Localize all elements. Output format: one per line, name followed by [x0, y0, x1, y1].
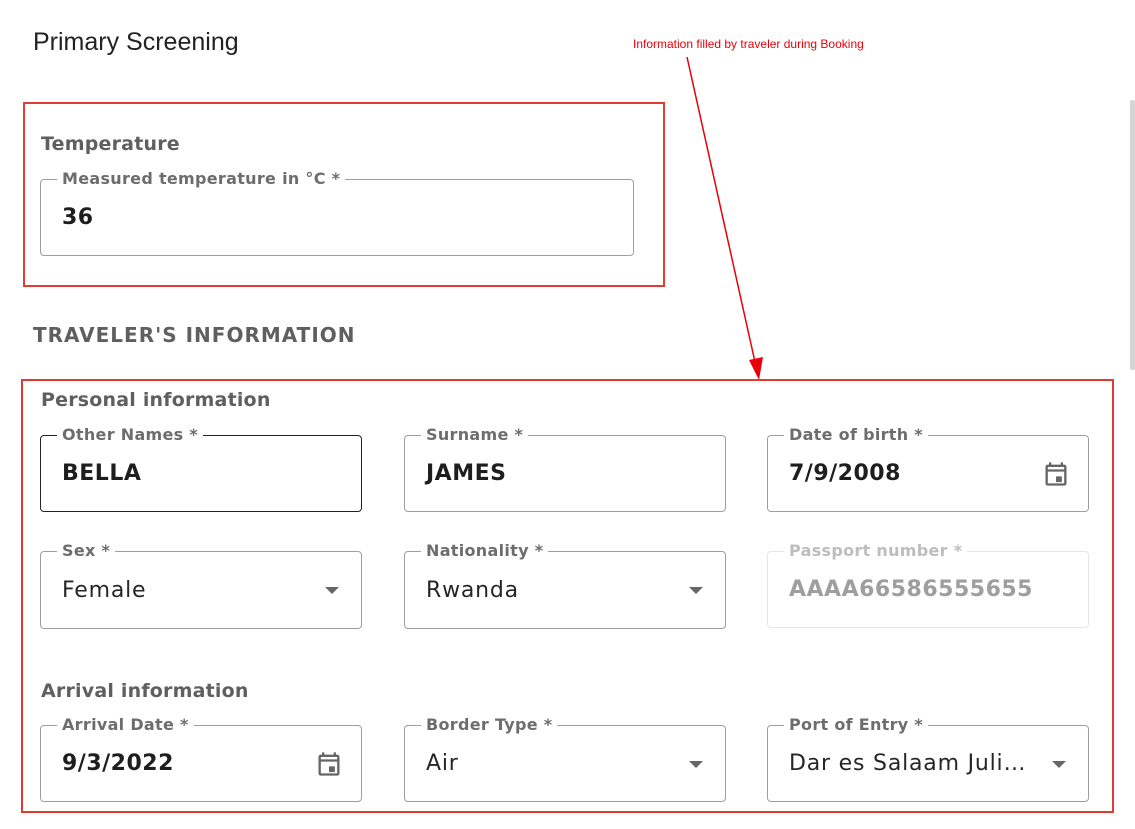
other-names-field[interactable]: Other Names * BELLA: [40, 426, 362, 512]
port-of-entry-value: Dar es Salaam Julius Nyerere: [789, 751, 1040, 776]
dropdown-arrow-icon[interactable]: [689, 760, 703, 768]
nationality-value: Rwanda: [426, 577, 519, 603]
dropdown-arrow-icon[interactable]: [325, 587, 339, 594]
sex-value: Female: [62, 577, 147, 603]
border-type-select[interactable]: Border Type * Air: [404, 716, 726, 802]
arrival-information-label: Arrival information: [41, 680, 249, 702]
annotation-arrowhead: [749, 357, 763, 380]
date-of-birth-field[interactable]: Date of birth * 7/9/2008: [767, 426, 1089, 512]
personal-information-label: Personal information: [41, 389, 271, 411]
date-of-birth-input[interactable]: 7/9/2008: [789, 436, 901, 511]
sex-select[interactable]: Sex * Female: [40, 542, 362, 629]
arrival-date-input[interactable]: 9/3/2022: [62, 726, 174, 801]
temperature-field[interactable]: Measured temperature in °C * 36: [40, 170, 634, 256]
dropdown-arrow-icon[interactable]: [689, 587, 703, 594]
port-of-entry-select[interactable]: Port of Entry * Dar es Salaam Julius Nye…: [767, 716, 1089, 802]
dropdown-arrow-icon[interactable]: [1052, 760, 1066, 768]
surname-input[interactable]: JAMES: [426, 436, 506, 511]
nationality-select[interactable]: Nationality * Rwanda: [404, 542, 726, 629]
temperature-section-label: Temperature: [41, 133, 180, 155]
temperature-field-label: Measured temperature in °C *: [57, 170, 346, 188]
passport-number-input: AAAA66586555655: [789, 577, 1033, 602]
other-names-input[interactable]: BELLA: [62, 436, 141, 511]
scrollbar[interactable]: [1130, 100, 1135, 370]
border-type-value: Air: [426, 751, 459, 776]
travelers-information-heading: TRAVELER'S INFORMATION: [33, 323, 356, 347]
arrival-date-field[interactable]: Arrival Date * 9/3/2022: [40, 716, 362, 802]
surname-field[interactable]: Surname * JAMES: [404, 426, 726, 512]
passport-number-field: Passport number * AAAA66586555655: [767, 542, 1089, 628]
calendar-icon[interactable]: [1042, 460, 1070, 488]
temperature-input[interactable]: 36: [62, 180, 94, 255]
calendar-icon[interactable]: [315, 750, 343, 778]
